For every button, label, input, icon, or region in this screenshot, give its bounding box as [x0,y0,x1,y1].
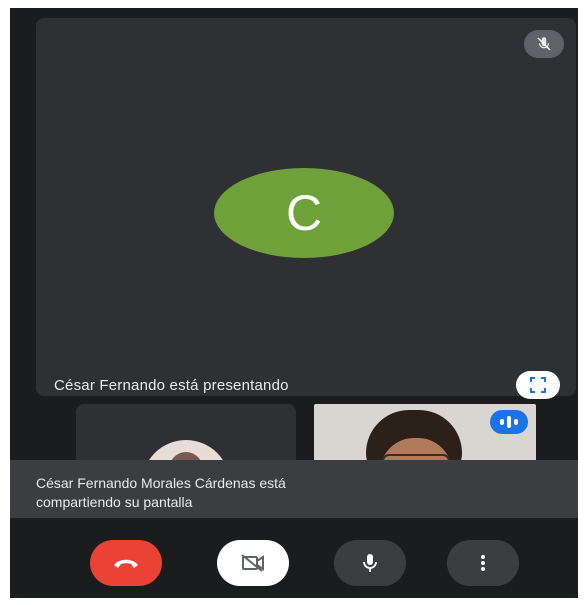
presenting-label: César Fernando está presentando [54,377,289,394]
end-call-button[interactable] [90,540,162,586]
audio-level-icon [490,410,528,434]
more-vert-icon [481,555,485,571]
fullscreen-icon [530,377,546,393]
presenter-avatar: C [214,168,394,258]
screen-share-toast: César Fernando Morales Cárdenas está com… [10,460,578,518]
muted-indicator [524,30,564,58]
more-options-button[interactable] [447,540,519,586]
toast-line-1: César Fernando Morales Cárdenas está [36,475,286,491]
avatar-letter: C [285,185,323,241]
fullscreen-button[interactable] [516,371,560,399]
mic-off-icon [537,37,551,51]
phone-hangup-icon [114,559,138,568]
presenter-tile[interactable]: C César Fernando está presentando [36,18,576,399]
camera-toggle-button[interactable] [217,540,289,586]
call-controls [10,540,578,590]
toast-line-2: compartiendo su pantalla [36,494,193,510]
mic-toggle-button[interactable] [334,540,406,586]
camera-off-icon [241,554,264,572]
mic-icon [363,554,377,572]
